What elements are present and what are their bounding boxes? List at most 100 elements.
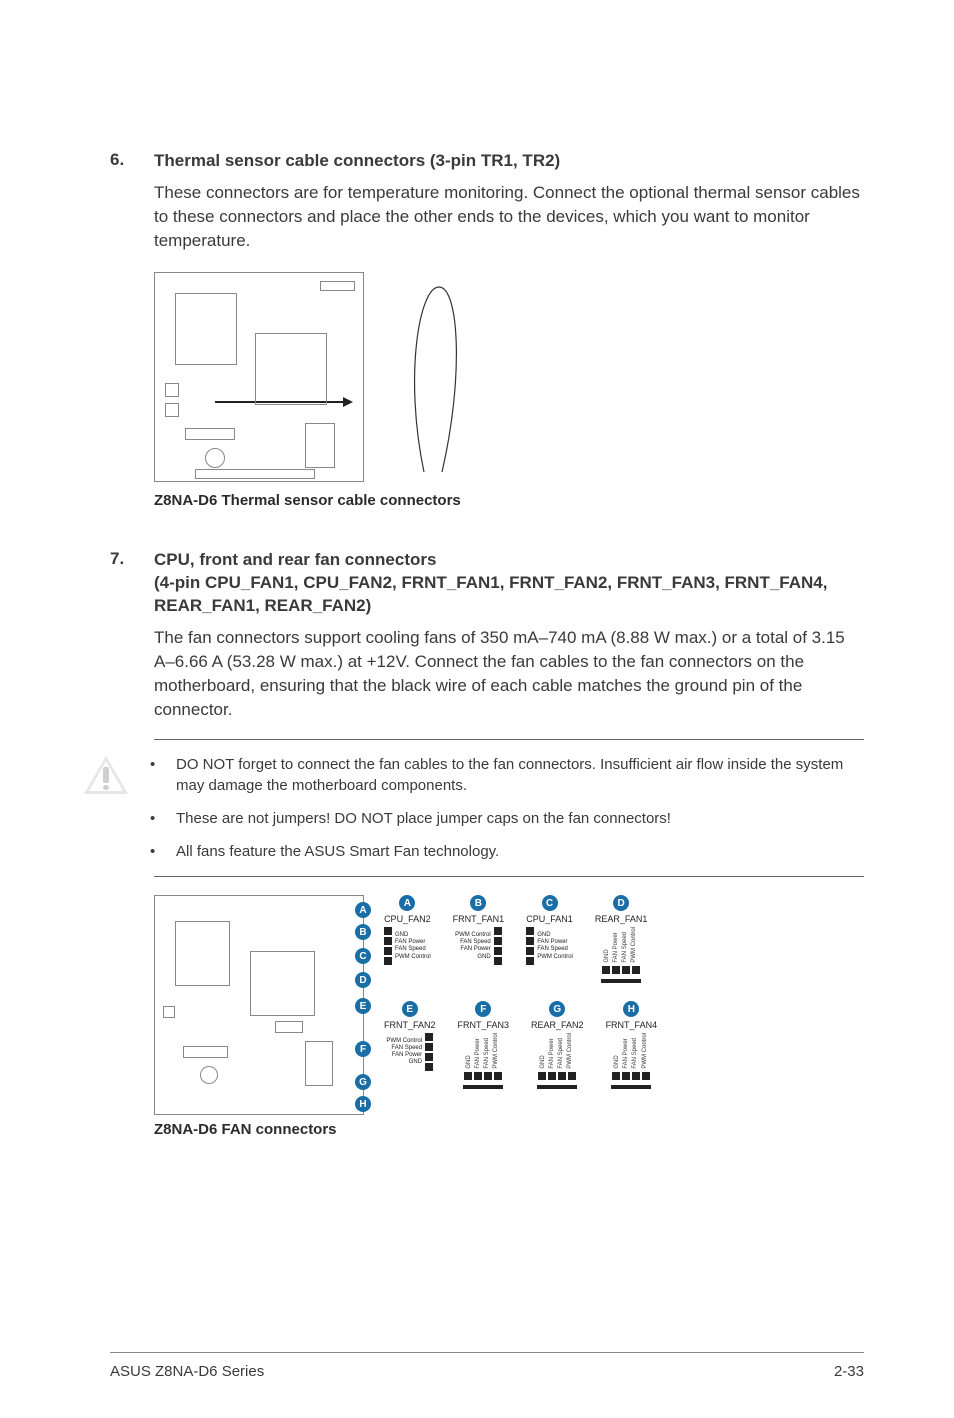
fan-diagram-caption: Z8NA-D6 FAN connectors [154, 1121, 864, 1138]
pin-label: GND [386, 1059, 422, 1066]
warning-icon [84, 756, 128, 796]
warning-note-list: • DO NOT forget to connect the fan cable… [150, 754, 864, 862]
fan-badge-e: E [402, 1001, 418, 1017]
fan-block-f: F FRNT_FAN3 GND FAN Power FAN Speed PWM … [458, 1001, 510, 1089]
pin-label: PWM Control [386, 1038, 422, 1045]
pin-label: FAN Power [386, 1052, 422, 1059]
board-marker-e: E [355, 998, 371, 1014]
note-text-1: These are not jumpers! DO NOT place jump… [176, 808, 671, 829]
fan-label-f: FRNT_FAN3 [458, 1020, 510, 1030]
section-7-title-line2: (4-pin CPU_FAN1, CPU_FAN2, FRNT_FAN1, FR… [154, 572, 864, 618]
bullet-icon: • [150, 841, 158, 862]
pin-label: GND [604, 927, 611, 963]
pin-label: FAN Power [613, 927, 620, 963]
pin-label: GND [614, 1033, 621, 1069]
board-marker-a: A [355, 902, 371, 918]
board-marker-f: F [355, 1041, 371, 1057]
fan-row-top: A CPU_FAN2 GND FAN Power FAN Speed PWM C… [384, 895, 864, 983]
board-marker-h: H [355, 1096, 371, 1112]
fan-badge-b: B [470, 895, 486, 911]
pin-label: PWM Control [395, 954, 431, 961]
motherboard-outline-2: A B C D E F G H [154, 895, 364, 1115]
fan-label-c: CPU_FAN1 [526, 914, 573, 924]
fan-label-a: CPU_FAN2 [384, 914, 431, 924]
fan-block-a: A CPU_FAN2 GND FAN Power FAN Speed PWM C… [384, 895, 431, 965]
footer-right: 2-33 [834, 1363, 864, 1380]
note-item: • All fans feature the ASUS Smart Fan te… [150, 841, 864, 862]
section-6: 6. Thermal sensor cable connectors (3-pi… [110, 150, 864, 509]
pin-label: GND [395, 932, 431, 939]
motherboard-outline [154, 272, 364, 482]
fan-block-b: B FRNT_FAN1 PWM Control FAN Speed FAN Po… [453, 895, 505, 965]
pin-label: GND [466, 1033, 473, 1069]
note-item: • These are not jumpers! DO NOT place ju… [150, 808, 864, 829]
fan-badge-g: G [549, 1001, 565, 1017]
bullet-icon: • [150, 808, 158, 829]
fan-pinout-grid: A CPU_FAN2 GND FAN Power FAN Speed PWM C… [384, 895, 864, 1088]
pin-label: GND [540, 1033, 547, 1069]
thermal-diagram-caption: Z8NA-D6 Thermal sensor cable connectors [154, 492, 864, 509]
thermal-diagram [154, 272, 864, 482]
section-6-title: Thermal sensor cable connectors (3-pin T… [154, 150, 560, 173]
pin-label: FAN Speed [537, 946, 573, 953]
note-text-0: DO NOT forget to connect the fan cables … [176, 754, 864, 796]
pin-label: FAN Speed [484, 1033, 491, 1069]
pin-label: FAN Power [395, 939, 431, 946]
section-7-header: 7. CPU, front and rear fan connectors (4… [110, 549, 864, 618]
fan-block-e: E FRNT_FAN2 PWM Control FAN Speed FAN Po… [384, 1001, 436, 1071]
pin-label: PWM Control [642, 1033, 649, 1069]
fan-badge-h: H [623, 1001, 639, 1017]
pin-label: FAN Power [455, 946, 491, 953]
pin-label: FAN Speed [395, 946, 431, 953]
pin-label: FAN Speed [386, 1045, 422, 1052]
fan-label-b: FRNT_FAN1 [453, 914, 505, 924]
pin-label: FAN Power [475, 1033, 482, 1069]
footer-left: ASUS Z8NA-D6 Series [110, 1363, 264, 1380]
fan-badge-a: A [399, 895, 415, 911]
note-text-2: All fans feature the ASUS Smart Fan tech… [176, 841, 499, 862]
board-marker-c: C [355, 948, 371, 964]
fan-label-h: FRNT_FAN4 [606, 1020, 658, 1030]
section-7: 7. CPU, front and rear fan connectors (4… [110, 549, 864, 1138]
fan-label-e: FRNT_FAN2 [384, 1020, 436, 1030]
pin-label: PWM Control [631, 927, 638, 963]
pin-label: PWM Control [567, 1033, 574, 1069]
fan-badge-d: D [613, 895, 629, 911]
fan-badge-f: F [475, 1001, 491, 1017]
pin-label: PWM Control [537, 954, 573, 961]
bullet-icon: • [150, 754, 158, 796]
fan-label-d: REAR_FAN1 [595, 914, 648, 924]
pin-label: FAN Speed [632, 1033, 639, 1069]
pin-label: FAN Power [549, 1033, 556, 1069]
fan-block-h: H FRNT_FAN4 GND FAN Power FAN Speed PWM … [606, 1001, 658, 1089]
fan-row-bottom: E FRNT_FAN2 PWM Control FAN Speed FAN Po… [384, 1001, 864, 1089]
fan-block-d: D REAR_FAN1 GND FAN Power FAN Speed PWM … [595, 895, 648, 983]
pin-label: GND [455, 954, 491, 961]
pin-label: GND [537, 932, 573, 939]
section-6-body: These connectors are for temperature mon… [154, 181, 864, 252]
board-marker-d: D [355, 972, 371, 988]
fan-label-g: REAR_FAN2 [531, 1020, 584, 1030]
pin-label: FAN Power [537, 939, 573, 946]
pin-label: FAN Speed [455, 939, 491, 946]
board-marker-b: B [355, 924, 371, 940]
section-7-title-line1: CPU, front and rear fan connectors [154, 549, 864, 572]
fan-block-c: C CPU_FAN1 GND FAN Power FAN Speed PWM C… [526, 895, 573, 965]
page-footer: ASUS Z8NA-D6 Series 2-33 [110, 1352, 864, 1380]
warning-note-block: • DO NOT forget to connect the fan cable… [154, 739, 864, 877]
pin-label: FAN Speed [558, 1033, 565, 1069]
section-6-number: 6. [110, 150, 130, 173]
pin-label: PWM Control [493, 1033, 500, 1069]
pin-label: FAN Power [623, 1033, 630, 1069]
fan-badge-c: C [542, 895, 558, 911]
section-6-header: 6. Thermal sensor cable connectors (3-pi… [110, 150, 864, 173]
note-item: • DO NOT forget to connect the fan cable… [150, 754, 864, 796]
board-marker-g: G [355, 1074, 371, 1090]
fan-block-g: G REAR_FAN2 GND FAN Power FAN Speed PWM … [531, 1001, 584, 1089]
pin-label: FAN Speed [622, 927, 629, 963]
fan-diagram: A B C D E F G H A CPU_FAN2 [154, 895, 864, 1115]
section-7-body: The fan connectors support cooling fans … [154, 626, 864, 721]
pin-label: PWM Control [455, 932, 491, 939]
section-7-number: 7. [110, 549, 130, 569]
sensor-cable-illustration [394, 277, 484, 477]
